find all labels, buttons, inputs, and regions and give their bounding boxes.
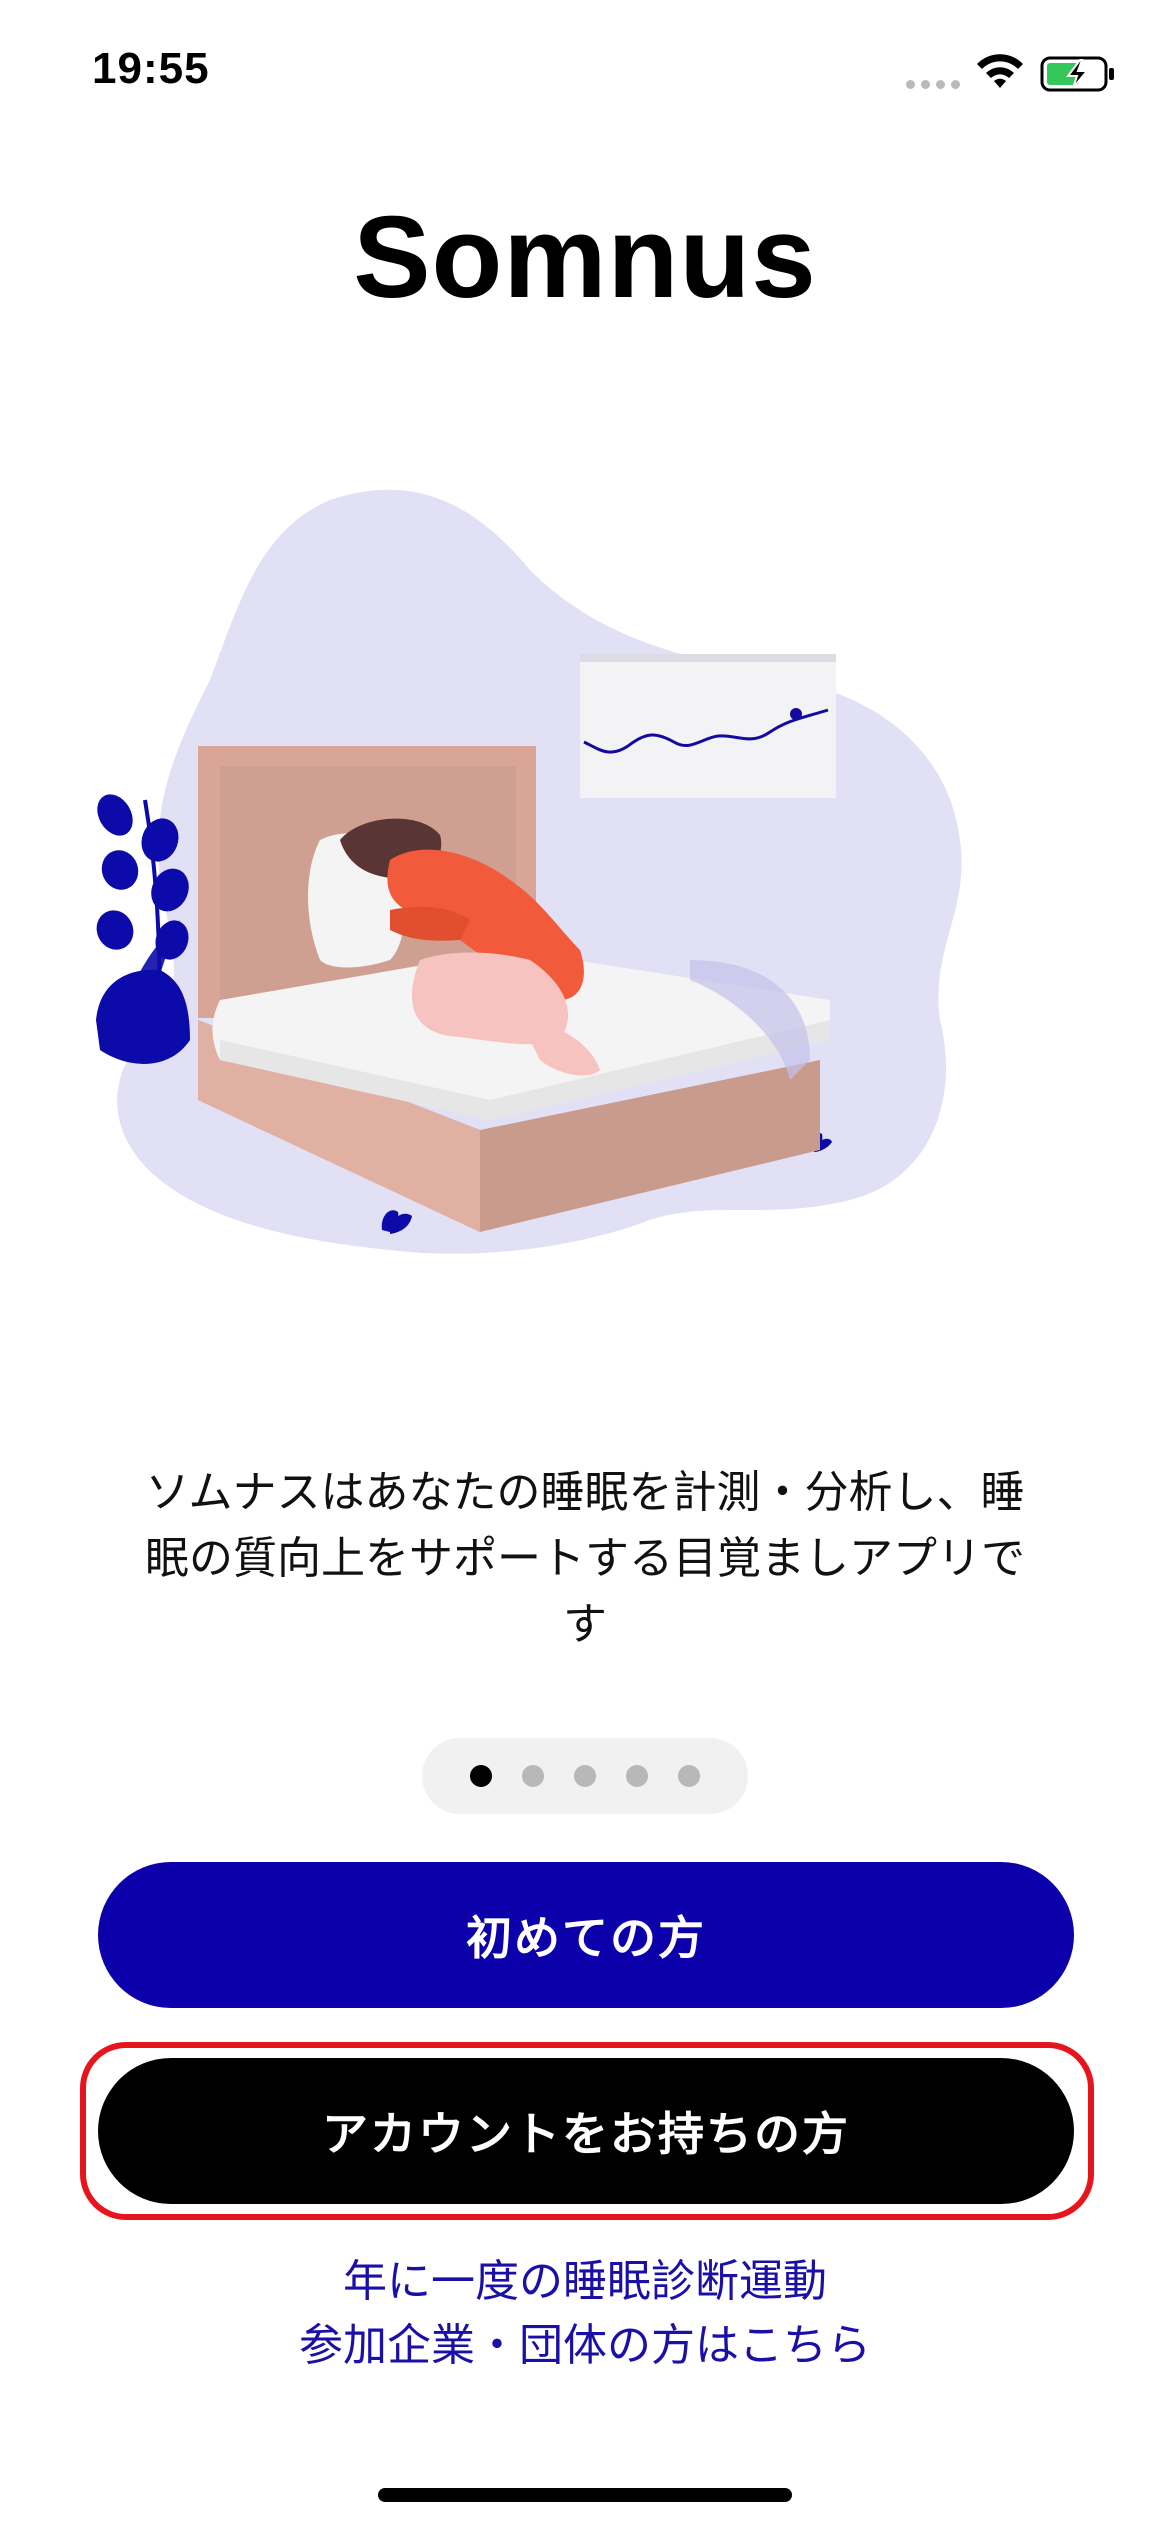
status-time: 19:55 (92, 44, 210, 93)
battery-charging-icon (1040, 56, 1114, 92)
app-title: Somnus (353, 192, 817, 322)
company-link-line1[interactable]: 年に一度の睡眠診断運動 (0, 2250, 1170, 2314)
page-dot-2[interactable] (522, 1765, 544, 1787)
description-line: す (563, 1599, 607, 1650)
wifi-icon (977, 54, 1023, 88)
page-dot-4[interactable] (626, 1765, 648, 1787)
status-bar: 19:55 (0, 0, 1170, 140)
company-participation-link[interactable]: 年に一度の睡眠診断運動 参加企業・団体の方はこちら (0, 2250, 1170, 2378)
sleeping-illustration (96, 489, 962, 1254)
new-user-button[interactable]: 初めての方 (98, 1862, 1074, 2008)
page-dot-5[interactable] (678, 1765, 700, 1787)
company-link-line2[interactable]: 参加企業・団体の方はこちら (0, 2314, 1170, 2378)
description-line: 眠の質向上をサポートする目覚ましアプリで (145, 1533, 1025, 1584)
signal-dots-icon (906, 80, 962, 90)
existing-account-button[interactable]: アカウントをお持ちの方 (98, 2058, 1074, 2204)
description-line: ソムナスはあなたの睡眠を計測・分析し、睡 (145, 1467, 1025, 1518)
home-indicator[interactable] (378, 2488, 792, 2502)
page-dot-1[interactable] (470, 1765, 492, 1787)
onboarding-description: ソムナスはあなたの睡眠を計測・分析し、睡 眠の質向上をサポートする目覚ましアプリ… (96, 1460, 1074, 1658)
page-dot-3[interactable] (574, 1765, 596, 1787)
sleep-chart-card (580, 654, 836, 798)
page-indicator[interactable] (422, 1738, 748, 1814)
